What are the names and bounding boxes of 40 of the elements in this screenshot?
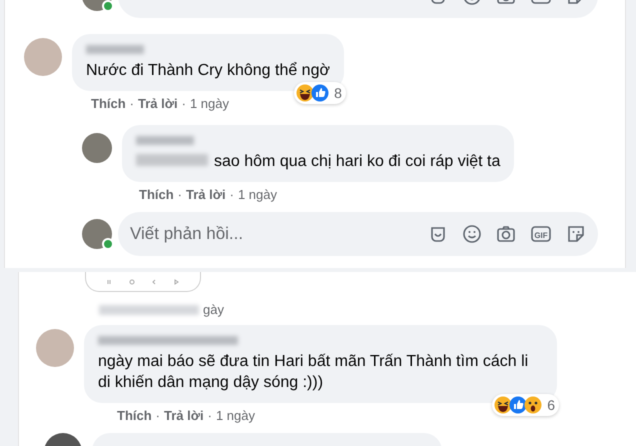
laughing-reaction-icon xyxy=(494,396,512,414)
laughing-reaction-icon xyxy=(296,84,314,102)
surprised-reaction-icon xyxy=(524,396,542,414)
action-link[interactable]: Trả lời xyxy=(186,187,226,202)
back-icon xyxy=(152,278,156,284)
timestamp[interactable]: 1 ngày xyxy=(238,187,277,202)
triangle-icon xyxy=(174,278,180,284)
comment-text: sao hôm qua chị hari ko đi coi ráp việt ta xyxy=(214,152,500,172)
separator-dot: · xyxy=(178,187,182,202)
comment-text: Nước đi Thành Cry không thể ngờ xyxy=(86,61,330,81)
action-link[interactable]: Trả lời xyxy=(164,408,204,423)
reaction-summary[interactable]: 8 xyxy=(294,82,346,104)
circle-icon xyxy=(128,278,135,284)
sticker-icon[interactable] xyxy=(566,224,586,244)
avatar-sticker-icon[interactable] xyxy=(428,224,448,244)
avatar xyxy=(36,329,74,367)
separator-dot: · xyxy=(130,96,134,111)
separator-dot: · xyxy=(156,408,160,423)
camera-icon[interactable] xyxy=(496,224,516,244)
emoji-icon[interactable] xyxy=(462,224,482,244)
gif-icon[interactable]: GIF xyxy=(530,224,552,244)
comment-text: ngày mai báo sẽ đưa tin Hari bất mãn Trấn Thành tìm cách li di khiến dân mạng dậy sóng :))) xyxy=(98,352,530,393)
avatar xyxy=(24,38,62,76)
pause-icon xyxy=(106,278,111,284)
thumbs-up-reaction-icon xyxy=(311,84,330,102)
timestamp[interactable]: 1 ngày xyxy=(216,408,255,423)
thumbs-up-reaction-icon xyxy=(509,396,528,414)
reaction-summary[interactable]: 6 xyxy=(492,394,559,416)
timestamp: gày xyxy=(203,302,224,317)
action-link[interactable]: Trả lời xyxy=(138,96,178,111)
separator-dot: · xyxy=(182,96,186,111)
separator-dot: · xyxy=(208,408,212,423)
action-link[interactable]: Thích xyxy=(91,96,126,111)
avatar xyxy=(82,133,112,163)
action-link[interactable]: Thích xyxy=(117,408,152,423)
avatar xyxy=(82,219,112,249)
separator-dot: · xyxy=(230,187,234,202)
timestamp[interactable]: 1 ngày xyxy=(190,96,229,111)
action-link[interactable]: Thích xyxy=(139,187,174,202)
reply-input-field[interactable]: Viết phản hồi... GIF xyxy=(118,212,598,256)
